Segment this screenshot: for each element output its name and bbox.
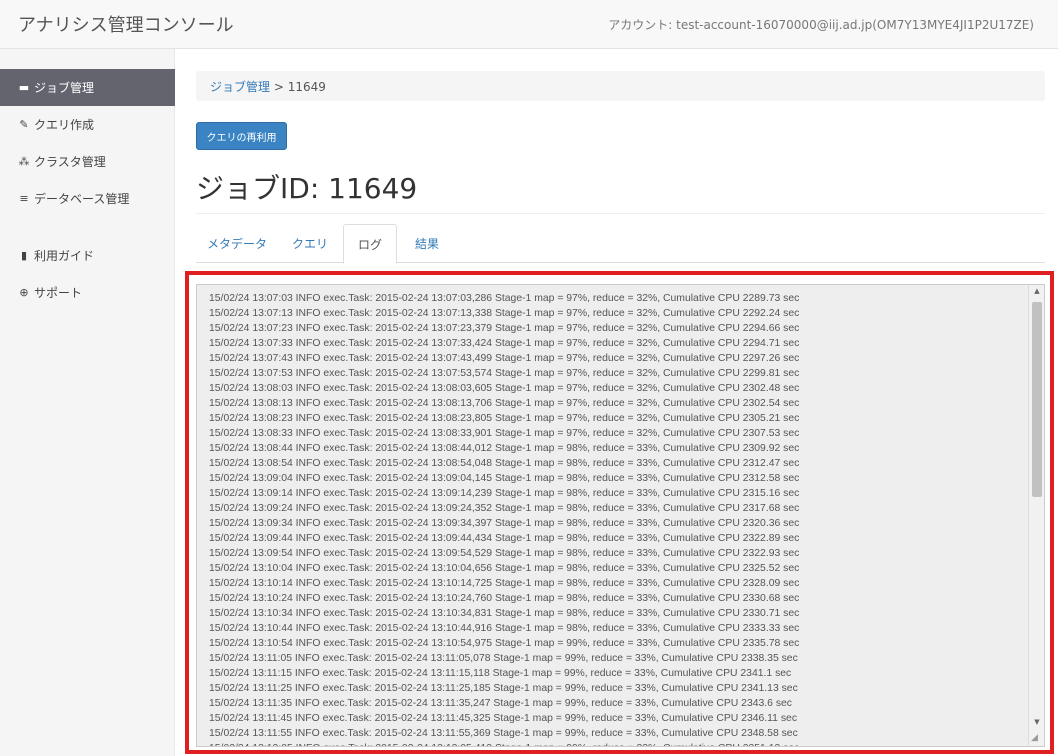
log-line: 15/02/24 13:10:24 INFO exec.Task: 2015-0… xyxy=(209,593,800,604)
page-title: ジョブID: 11649 xyxy=(196,172,418,205)
sidebar-item-label: ジョブ管理 xyxy=(34,81,95,95)
tab-metadata[interactable]: メタデータ xyxy=(196,224,278,263)
log-line: 15/02/24 13:09:24 INFO exec.Task: 2015-0… xyxy=(209,503,800,514)
log-line: 15/02/24 13:07:43 INFO exec.Task: 2015-0… xyxy=(209,353,800,364)
sidebar-item-label: サポート xyxy=(34,286,83,300)
log-line: 15/02/24 13:08:03 INFO exec.Task: 2015-0… xyxy=(209,383,800,394)
log-line: 15/02/24 13:09:04 INFO exec.Task: 2015-0… xyxy=(209,473,800,484)
log-scrollbar[interactable]: ▲ ▼ xyxy=(1028,285,1044,746)
log-line: 15/02/24 13:10:44 INFO exec.Task: 2015-0… xyxy=(209,623,800,634)
log-line: 15/02/24 13:09:44 INFO exec.Task: 2015-0… xyxy=(209,533,800,544)
log-lines: 15/02/24 13:07:03 INFO exec.Task: 2015-0… xyxy=(209,291,1029,746)
scroll-down-arrow-icon[interactable]: ▼ xyxy=(1029,718,1044,730)
book-icon: ▮ xyxy=(20,249,28,262)
log-line: 15/02/24 13:11:55 INFO exec.Task: 2015-0… xyxy=(209,728,798,739)
sidebar-item-query-create[interactable]: ✎ クエリ作成 xyxy=(0,106,175,143)
app-brand[interactable]: アナリシス管理コンソール xyxy=(18,11,234,37)
log-line: 15/02/24 13:07:13 INFO exec.Task: 2015-0… xyxy=(209,308,800,319)
log-line: 15/02/24 13:08:23 INFO exec.Task: 2015-0… xyxy=(209,413,800,424)
sidebar-item-support[interactable]: ⊕ サポート xyxy=(0,274,175,311)
top-navbar: アナリシス管理コンソール アカウント: test-account-1607000… xyxy=(0,0,1058,49)
log-line: 15/02/24 13:09:34 INFO exec.Task: 2015-0… xyxy=(209,518,800,529)
log-line: 15/02/24 13:11:35 INFO exec.Task: 2015-0… xyxy=(209,698,793,709)
tab-bar: メタデータ クエリ ログ 結果 xyxy=(196,224,1045,264)
scroll-thumb[interactable] xyxy=(1032,302,1042,497)
account-info: アカウント: test-account-16070000@iij.ad.jp(O… xyxy=(608,18,1034,32)
sitemap-icon: ⁂ xyxy=(18,155,30,168)
log-textarea[interactable]: 15/02/24 13:07:03 INFO exec.Task: 2015-0… xyxy=(196,284,1045,747)
reuse-query-button[interactable]: クエリの再利用 xyxy=(196,122,287,150)
log-line: 15/02/24 13:07:53 INFO exec.Task: 2015-0… xyxy=(209,368,800,379)
sidebar-item-database-management[interactable]: ≡ データベース管理 xyxy=(0,180,175,217)
tab-query[interactable]: クエリ xyxy=(278,224,342,263)
sidebar-item-cluster-management[interactable]: ⁂ クラスタ管理 xyxy=(0,143,175,180)
breadcrumb-link-job-management[interactable]: ジョブ管理 xyxy=(210,80,270,94)
breadcrumb-current: 11649 xyxy=(287,80,326,94)
log-line: 15/02/24 13:09:14 INFO exec.Task: 2015-0… xyxy=(209,488,800,499)
database-icon: ≡ xyxy=(19,192,29,205)
breadcrumb-separator: > xyxy=(273,80,284,94)
log-line: 15/02/24 13:07:33 INFO exec.Task: 2015-0… xyxy=(209,338,800,349)
sidebar-item-label: データベース管理 xyxy=(34,192,130,206)
resize-grip-icon[interactable]: ◢ xyxy=(1031,733,1043,745)
sidebar-item-label: 利用ガイド xyxy=(34,249,95,263)
lifebuoy-icon: ⊕ xyxy=(19,286,29,299)
sidebar-item-user-guide[interactable]: ▮ 利用ガイド xyxy=(0,237,175,274)
log-line: 15/02/24 13:11:15 INFO exec.Task: 2015-0… xyxy=(209,668,792,679)
log-line: 15/02/24 13:10:54 INFO exec.Task: 2015-0… xyxy=(209,638,800,649)
sidebar-item-label: クラスタ管理 xyxy=(34,155,106,169)
tab-log[interactable]: ログ xyxy=(343,224,397,264)
title-divider xyxy=(196,213,1045,214)
breadcrumb: ジョブ管理 > 11649 xyxy=(196,71,1045,101)
job-icon: ▬ xyxy=(18,81,30,94)
log-line: 15/02/24 13:09:54 INFO exec.Task: 2015-0… xyxy=(209,548,800,559)
log-line: 15/02/24 13:08:13 INFO exec.Task: 2015-0… xyxy=(209,398,800,409)
scroll-up-arrow-icon[interactable]: ▲ xyxy=(1029,287,1044,299)
sidebar-item-job-management[interactable]: ▬ ジョブ管理 xyxy=(0,69,175,106)
log-line: 15/02/24 13:08:33 INFO exec.Task: 2015-0… xyxy=(209,428,800,439)
log-line: 15/02/24 13:08:54 INFO exec.Task: 2015-0… xyxy=(209,458,800,469)
log-line: 15/02/24 13:07:03 INFO exec.Task: 2015-0… xyxy=(209,293,800,304)
log-line: 15/02/24 13:10:14 INFO exec.Task: 2015-0… xyxy=(209,578,800,589)
tab-results[interactable]: 結果 xyxy=(398,224,456,263)
log-line: 15/02/24 13:11:05 INFO exec.Task: 2015-0… xyxy=(209,653,798,664)
sidebar-item-label: クエリ作成 xyxy=(34,118,95,132)
log-line: 15/02/24 13:08:44 INFO exec.Task: 2015-0… xyxy=(209,443,800,454)
log-line: 15/02/24 13:12:05 INFO exec.Task: 2015-0… xyxy=(209,741,1029,746)
log-line: 15/02/24 13:10:34 INFO exec.Task: 2015-0… xyxy=(209,608,800,619)
log-line: 15/02/24 13:11:45 INFO exec.Task: 2015-0… xyxy=(209,713,798,724)
log-line: 15/02/24 13:10:04 INFO exec.Task: 2015-0… xyxy=(209,563,800,574)
log-line: 15/02/24 13:07:23 INFO exec.Task: 2015-0… xyxy=(209,323,800,334)
log-line: 15/02/24 13:11:25 INFO exec.Task: 2015-0… xyxy=(209,683,798,694)
edit-icon: ✎ xyxy=(19,118,29,131)
sidebar: ▬ ジョブ管理 ✎ クエリ作成 ⁂ クラスタ管理 ≡ データベース管理 ▮ 利用… xyxy=(0,49,175,756)
